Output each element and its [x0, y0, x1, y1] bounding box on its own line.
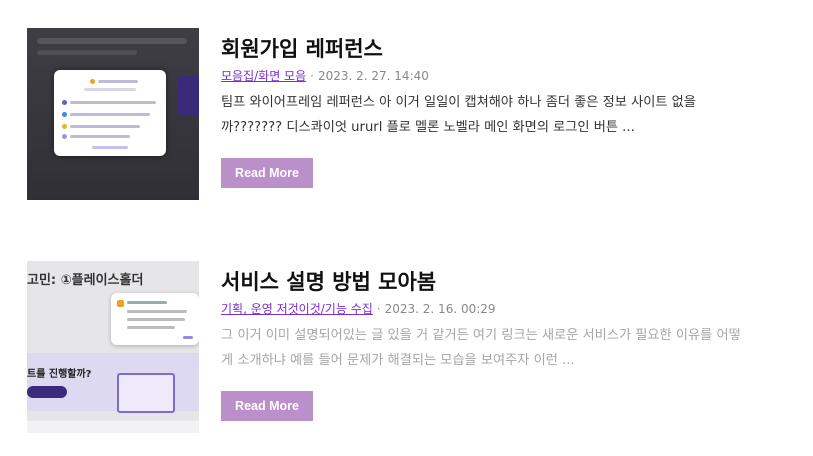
post-meta: 모음집/화면 모음 · 2023. 2. 27. 14:40: [221, 67, 761, 85]
post-content: 서비스 설명 방법 모아봄 기획, 운영 저것이것/기능 수집 · 2023. 2.…: [221, 261, 761, 421]
read-more-button[interactable]: Read More: [221, 158, 313, 188]
post-excerpt: 그 이거 이미 설명되어있는 글 있을 거 같거든 여기 링크는 새로운 서비스…: [221, 328, 741, 368]
meta-separator: ·: [376, 302, 381, 316]
post-thumbnail[interactable]: 고민: ①플레이스홀더 트를 진행할까?: [27, 261, 199, 433]
post-meta: 기획, 운영 저것이것/기능 수집 · 2023. 2. 16. 00:29: [221, 300, 761, 318]
post-excerpt: 팀프 와이어프레임 레퍼런스 아 이거 일일이 캡쳐해야 하나 좀더 좋은 정보…: [221, 95, 696, 135]
thumbnail-heading: 고민: ①플레이스홀더: [27, 273, 144, 288]
post-category-link[interactable]: 기획, 운영 저것이것/기능 수집: [221, 302, 373, 316]
thumbnail-popup-card: [111, 293, 199, 345]
thumbnail-caption: 트를 진행할까?: [27, 369, 92, 380]
post-date: 2023. 2. 27. 14:40: [317, 69, 429, 83]
post-title[interactable]: 회원가입 레퍼런스: [221, 34, 761, 64]
post-category-link[interactable]: 모음집/화면 모음: [221, 69, 306, 83]
thumbnail-modal: [54, 70, 166, 156]
post-thumbnail[interactable]: [27, 28, 199, 200]
meta-separator: ·: [310, 69, 314, 83]
post-title[interactable]: 서비스 설명 방법 모아봄: [221, 267, 761, 297]
read-more-button[interactable]: Read More: [221, 391, 313, 421]
post-content: 회원가입 레퍼런스 모음집/화면 모음 · 2023. 2. 27. 14:40 팀…: [221, 28, 761, 188]
post-date: 2023. 2. 16. 00:29: [384, 302, 496, 316]
